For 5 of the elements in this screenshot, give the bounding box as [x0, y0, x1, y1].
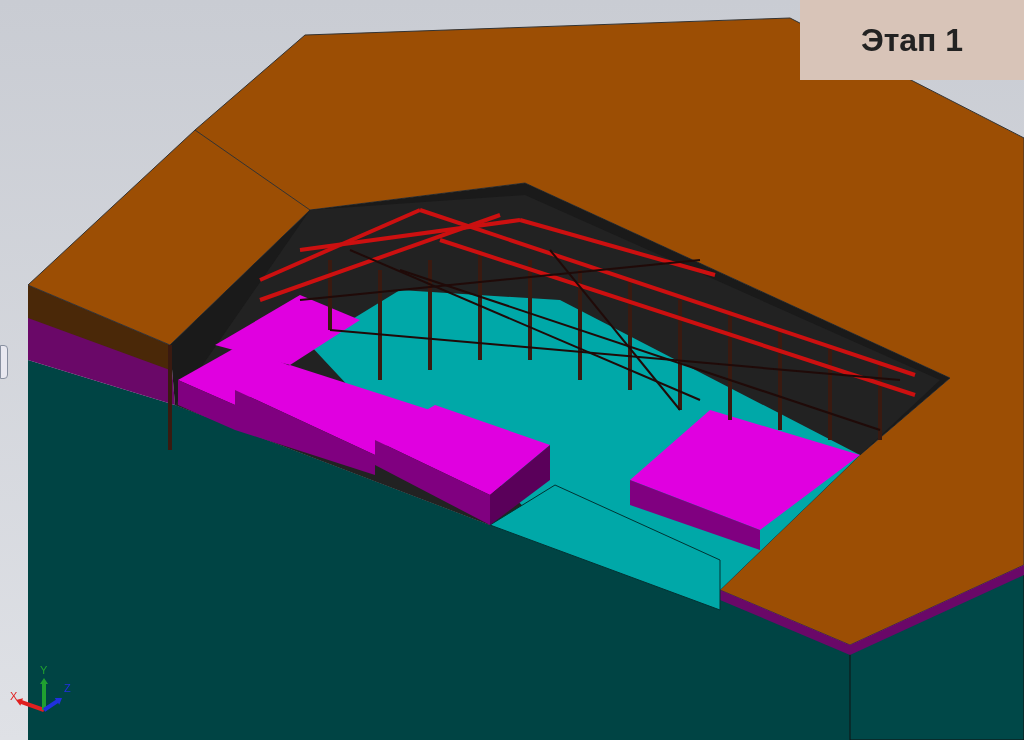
- axis-label: Y: [40, 664, 48, 676]
- stage-label: Этап 1: [800, 0, 1024, 80]
- axis-label: X: [10, 690, 18, 702]
- axis-label: Z: [64, 682, 71, 694]
- panel-handle[interactable]: [0, 345, 8, 379]
